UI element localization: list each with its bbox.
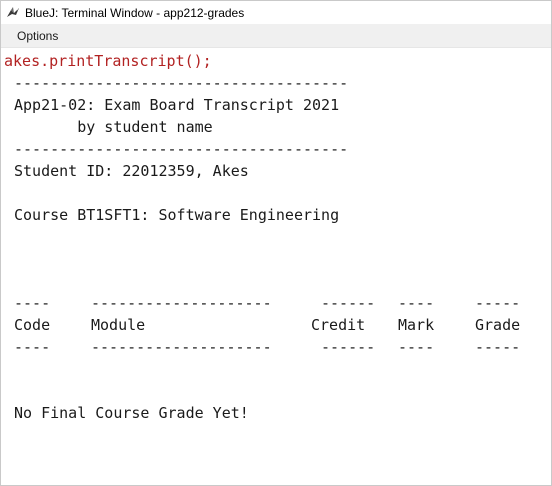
menu-options[interactable]: Options [9, 25, 66, 47]
terminal-output[interactable]: akes.printTranscript(); ----------------… [1, 49, 551, 485]
col-code-dashes-top: ---- [14, 294, 51, 312]
col-code-dashes-bottom: ---- [14, 338, 51, 356]
col-module-dashes-top: -------------------- [91, 294, 272, 312]
col-credit-dashes-top: ------ [321, 294, 376, 312]
window-title: BlueJ: Terminal Window - app212-grades [25, 5, 245, 20]
final-grade-message: No Final Course Grade Yet! [14, 404, 249, 422]
transcript-subtitle: by student name [14, 118, 213, 136]
col-mark-dashes-bottom: ---- [398, 338, 435, 356]
header-rule-top: ------------------------------------- [14, 74, 349, 92]
col-grade-dashes-bottom: ----- [475, 338, 521, 356]
bluej-bird-icon [5, 5, 21, 21]
col-credit-label: Credit [311, 316, 366, 334]
col-mark-label: Mark [398, 316, 435, 334]
header-rule-bottom: ------------------------------------- [14, 140, 349, 158]
course-line: Course BT1SFT1: Software Engineering [14, 206, 340, 224]
student-line: Student ID: 22012359, Akes [14, 162, 249, 180]
col-mark-dashes-top: ---- [398, 294, 435, 312]
col-credit-dashes-bottom: ------ [321, 338, 376, 356]
terminal-window: BlueJ: Terminal Window - app212-grades O… [0, 0, 552, 486]
menu-bar: Options [1, 24, 551, 48]
transcript-title: App21-02: Exam Board Transcript 2021 [14, 96, 340, 114]
col-code-label: Code [14, 316, 51, 334]
command-line: akes.printTranscript(); [4, 52, 212, 70]
title-bar: BlueJ: Terminal Window - app212-grades [1, 1, 551, 24]
col-grade-dashes-top: ----- [475, 294, 521, 312]
col-module-label: Module [91, 316, 146, 334]
col-module-dashes-bottom: -------------------- [91, 338, 272, 356]
col-grade-label: Grade [475, 316, 521, 334]
